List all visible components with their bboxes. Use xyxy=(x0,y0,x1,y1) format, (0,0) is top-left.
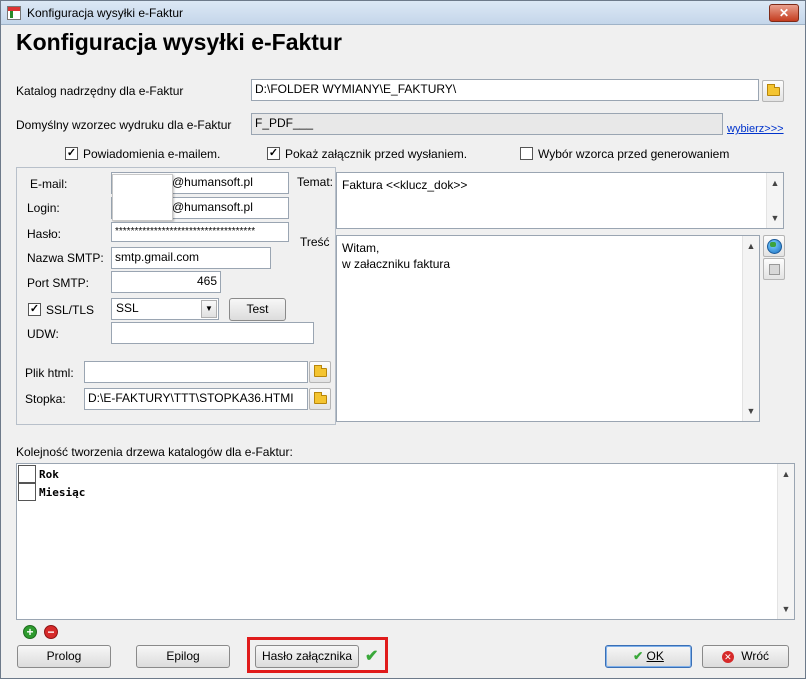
check-icon: ✔ xyxy=(633,649,644,663)
show-attachment-checkbox[interactable]: ✓ xyxy=(267,147,280,160)
prolog-button[interactable]: Prolog xyxy=(17,645,111,668)
folder-icon xyxy=(767,84,780,96)
body-textarea[interactable]: Witam, w załaczniku faktura ▲ ▼ xyxy=(336,235,760,422)
back-button-label: Wróć xyxy=(741,649,770,663)
smtp-input[interactable]: smtp.gmail.com xyxy=(111,247,271,269)
html-file-label: Plik html: xyxy=(25,366,74,380)
attachment-password-button[interactable]: Hasło załącznika xyxy=(255,645,359,668)
choose-template-link[interactable]: wybierz>>> xyxy=(727,123,784,135)
remove-icon[interactable]: − xyxy=(44,625,58,639)
catalog-label: Katalog nadrzędny dla e-Faktur xyxy=(16,84,184,98)
chevron-down-icon: ▼ xyxy=(201,300,217,318)
scroll-down-icon[interactable]: ▼ xyxy=(767,210,783,226)
password-input[interactable]: ************************************ xyxy=(111,222,289,242)
ssl-select-value: SSL xyxy=(116,301,139,315)
email-notify-label: Powiadomienia e-mailem. xyxy=(83,147,221,161)
udw-input[interactable] xyxy=(111,322,314,344)
globe-button[interactable] xyxy=(763,235,785,257)
html-file-browse-button[interactable] xyxy=(309,361,331,383)
edit-icon xyxy=(769,264,780,275)
ok-button-label: OK xyxy=(646,649,664,663)
window-title: Konfiguracja wysyłki e-Faktur xyxy=(27,6,184,20)
tree-item-year: Rok xyxy=(39,468,59,481)
smtp-label: Nazwa SMTP: xyxy=(27,251,104,265)
catalog-browse-button[interactable] xyxy=(762,80,784,102)
tree-label: Kolejność tworzenia drzewa katalogów dla… xyxy=(16,445,293,459)
app-icon xyxy=(7,6,21,20)
port-input[interactable]: 465 xyxy=(111,271,221,293)
body-scrollbar[interactable]: ▲ ▼ xyxy=(742,236,759,421)
tree-item-month: Miesiąc xyxy=(39,486,86,499)
template-field: F_PDF___ xyxy=(251,113,723,135)
add-icon[interactable]: + xyxy=(23,625,37,639)
show-attachment-label: Pokaż załącznik przed wysłaniem. xyxy=(285,147,468,161)
scroll-up-icon[interactable]: ▲ xyxy=(743,238,759,254)
scroll-up-icon[interactable]: ▲ xyxy=(778,466,794,482)
ssl-checkbox[interactable]: ✓ xyxy=(28,303,41,316)
body-line-2: w załaczniku faktura xyxy=(342,257,451,271)
footer-browse-button[interactable] xyxy=(309,388,331,410)
footer-label: Stopka: xyxy=(25,392,66,406)
scroll-down-icon[interactable]: ▼ xyxy=(743,403,759,419)
test-button[interactable]: Test xyxy=(229,298,286,321)
template-label: Domyślny wzorzec wydruku dla e-Faktur xyxy=(16,118,232,132)
tree-list[interactable]: ▲ ▼ xyxy=(16,463,795,620)
dialog-window: Konfiguracja wysyłki e-Faktur ✕ Konfigur… xyxy=(0,0,806,679)
autocomplete-popup xyxy=(112,174,173,221)
page-title: Konfiguracja wysyłki e-Faktur xyxy=(16,29,342,55)
footer-input[interactable]: D:\E-FAKTURY\TTT\STOPKA36.HTMI xyxy=(84,388,308,410)
back-button[interactable]: ✕ Wróć xyxy=(702,645,789,668)
subject-textarea[interactable]: Faktura <<klucz_dok>> ▲ ▼ xyxy=(336,172,784,229)
tree-item-month-checkbox[interactable] xyxy=(18,483,36,501)
folder-icon xyxy=(314,365,327,377)
folder-icon xyxy=(314,392,327,404)
choose-template-label: Wybór wzorca przed generowaniem xyxy=(538,147,730,161)
html-file-input[interactable] xyxy=(84,361,308,383)
password-label: Hasło: xyxy=(27,227,62,241)
scroll-down-icon[interactable]: ▼ xyxy=(778,601,794,617)
port-label: Port SMTP: xyxy=(27,276,90,290)
catalog-input[interactable]: D:\FOLDER WYMIANY\E_FAKTURY\ xyxy=(251,79,759,101)
subject-text: Faktura <<klucz_dok>> xyxy=(342,178,468,192)
subject-label: Temat: xyxy=(297,175,334,189)
email-notify-checkbox[interactable]: ✓ xyxy=(65,147,78,160)
ssl-label: SSL/TLS xyxy=(46,303,95,317)
ok-button[interactable]: ✔ OK xyxy=(605,645,692,668)
udw-label: UDW: xyxy=(27,327,59,341)
body-label: Treść xyxy=(300,235,330,249)
cancel-icon: ✕ xyxy=(721,650,734,663)
ssl-select[interactable]: SSL ▼ xyxy=(111,298,219,320)
email-label: E-mail: xyxy=(30,177,68,191)
edit-button[interactable] xyxy=(763,258,785,280)
title-bar: Konfiguracja wysyłki e-Faktur ✕ xyxy=(1,1,805,25)
subject-scrollbar[interactable]: ▲ ▼ xyxy=(766,173,783,228)
check-icon: ✔ xyxy=(365,648,379,665)
choose-template-checkbox[interactable] xyxy=(520,147,533,160)
login-label: Login: xyxy=(27,201,60,215)
body-line-1: Witam, xyxy=(342,241,380,255)
epilog-button[interactable]: Epilog xyxy=(136,645,230,668)
tree-scrollbar[interactable]: ▲ ▼ xyxy=(777,464,794,619)
scroll-up-icon[interactable]: ▲ xyxy=(767,175,783,191)
tree-item-year-checkbox[interactable] xyxy=(18,465,36,483)
close-button[interactable]: ✕ xyxy=(769,4,799,22)
